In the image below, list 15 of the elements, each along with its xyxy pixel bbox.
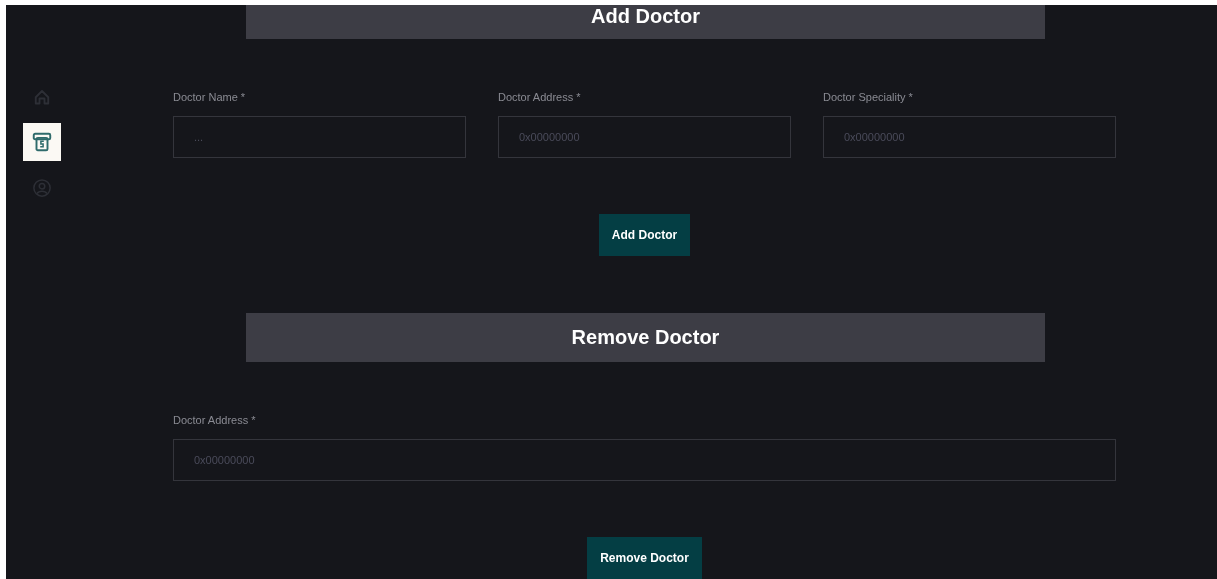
- section-header: Remove Doctor: [246, 313, 1045, 362]
- input-field[interactable]: 0x00000000: [498, 116, 791, 159]
- field-label: Doctor Name *: [173, 91, 246, 104]
- cash-register-icon: [31, 131, 53, 153]
- input-field[interactable]: 0x00000000: [173, 439, 1116, 481]
- section-header: Add Doctor: [246, 5, 1045, 40]
- input-field[interactable]: 0x00000000: [823, 116, 1116, 159]
- submit-button[interactable]: Add Doctor: [598, 214, 691, 257]
- field-label: Doctor Address *: [498, 91, 581, 104]
- user-icon: [32, 178, 52, 198]
- field-label: Doctor Address *: [173, 414, 256, 426]
- submit-button[interactable]: Remove Doctor: [587, 537, 702, 579]
- sidebar-item[interactable]: [23, 123, 61, 161]
- field-label: Doctor Speciality *: [823, 91, 913, 104]
- input-field[interactable]: ...: [173, 116, 466, 159]
